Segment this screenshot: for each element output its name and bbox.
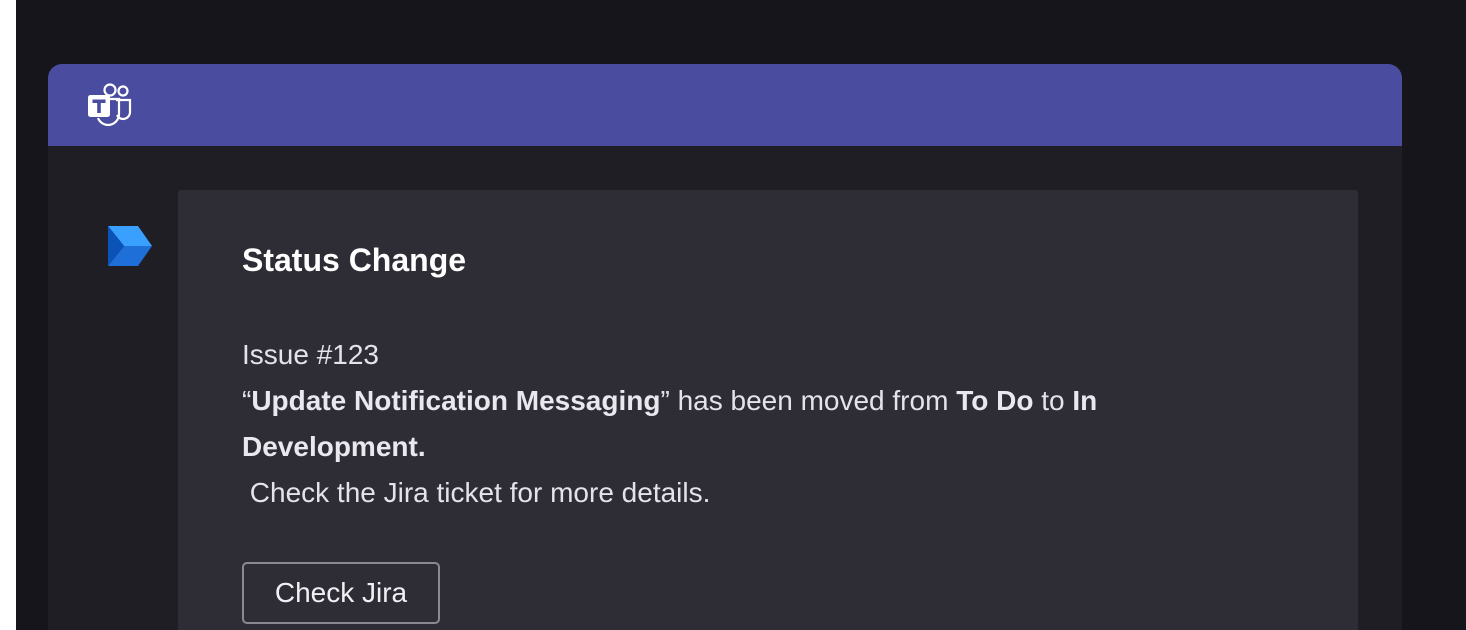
card-title: Status Change bbox=[242, 242, 467, 278]
teams-header-bar bbox=[48, 64, 1402, 146]
microsoft-teams-icon[interactable] bbox=[86, 83, 134, 127]
quote-close: ” bbox=[660, 385, 670, 416]
quote-open: “ bbox=[242, 385, 252, 416]
message-window: Status Change Issue #123 “Update Notific… bbox=[48, 64, 1402, 630]
status-change-line-1: “Update Notification Messaging” has been… bbox=[242, 378, 1242, 424]
to-status-end: Development. bbox=[242, 431, 426, 462]
issue-number: Issue #123 bbox=[242, 339, 379, 370]
issue-name: Update Notification Messaging bbox=[251, 385, 661, 416]
status-change-line-2: Development. bbox=[242, 424, 1242, 470]
card-message: Issue #123 “Update Notification Messagin… bbox=[242, 332, 1242, 516]
details-line: Check the Jira ticket for more details. bbox=[242, 477, 711, 508]
adaptive-card: Status Change Issue #123 “Update Notific… bbox=[178, 190, 1358, 630]
from-status: To Do bbox=[956, 385, 1034, 416]
check-jira-button[interactable]: Check Jira bbox=[242, 562, 440, 624]
moved-text: has been moved from bbox=[669, 385, 957, 416]
to-text: to bbox=[1033, 385, 1073, 416]
power-automate-icon bbox=[108, 226, 152, 266]
to-status-start: In bbox=[1072, 385, 1098, 416]
